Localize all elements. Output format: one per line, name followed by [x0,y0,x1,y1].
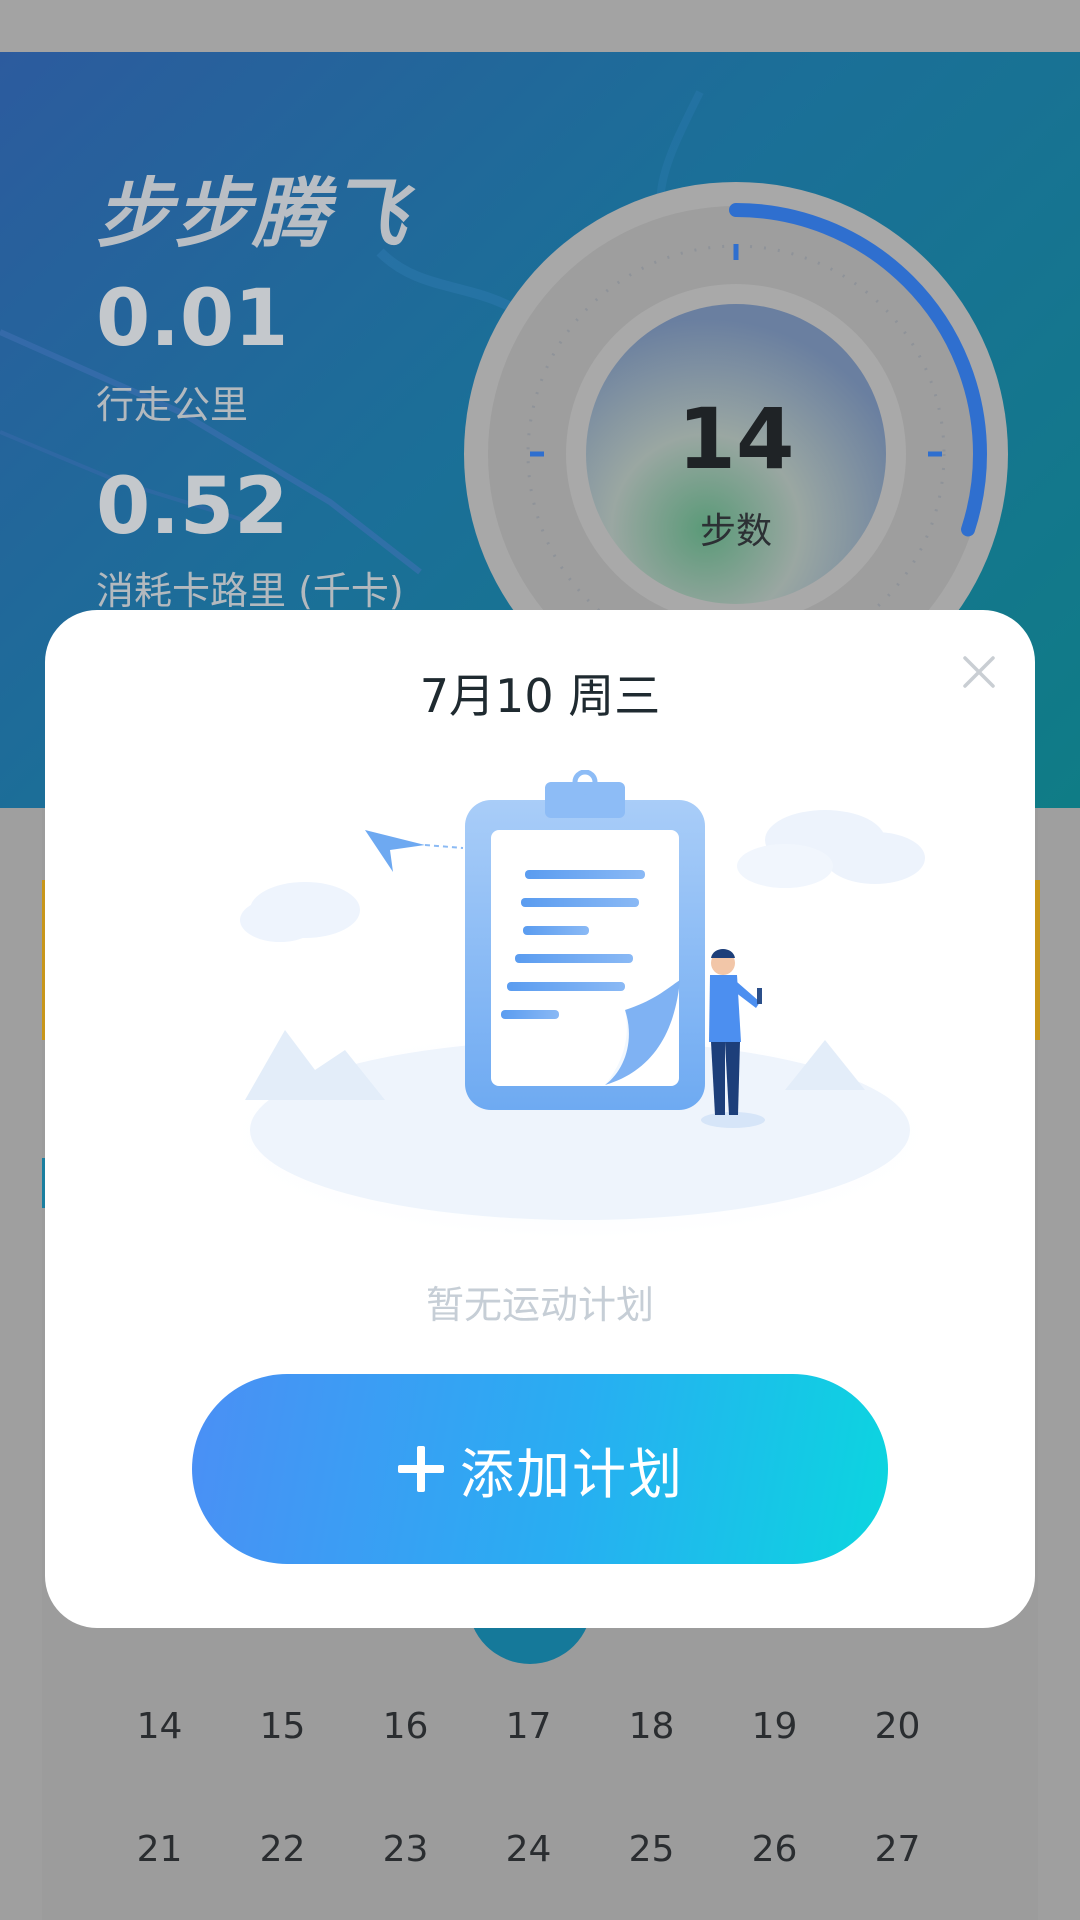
calendar-day[interactable]: 25 [590,1829,713,1870]
distance-label: 行走公里 [96,383,249,427]
calendar-day[interactable]: 17 [467,1706,590,1747]
plus-icon [398,1446,444,1492]
dialog-date-title: 7月10 周三 [419,669,661,723]
calendar-day[interactable]: 23 [344,1829,467,1870]
calendar-day[interactable]: 20 [836,1706,959,1747]
add-plan-button[interactable]: 添加计划 [192,1374,888,1564]
calendar-day[interactable]: 26 [713,1829,836,1870]
app-title: 步步腾飞 [96,169,408,258]
calendar-day[interactable]: 18 [590,1706,713,1747]
calendar-day[interactable]: 24 [467,1829,590,1870]
calendar-day[interactable]: 22 [221,1829,344,1870]
calendar-day[interactable]: 14 [98,1706,221,1747]
calories-value: 0.52 [96,462,289,552]
steps-value: 14 [677,390,795,488]
calendar-day[interactable]: 19 [713,1706,836,1747]
calendar-day[interactable]: 27 [836,1829,959,1870]
add-plan-label: 添加计划 [460,1442,684,1506]
empty-state-text: 暂无运动计划 [425,1283,654,1327]
calendar-day[interactable]: 16 [344,1706,467,1747]
plan-dialog: 7月10 周三 暂无运动计划 添加计划 [45,610,1035,1628]
empty-plan-illustration [230,770,930,1240]
calendar-day[interactable]: 15 [221,1706,344,1747]
calories-label: 消耗卡路里 (千卡) [96,569,404,613]
calendar-week-row: 14 15 16 17 18 19 20 [98,1706,982,1747]
steps-label: 步数 [699,511,772,552]
status-bar [0,0,1080,52]
calendar-day[interactable]: 21 [98,1829,221,1870]
distance-value: 0.01 [96,274,289,364]
calendar-week-row: 21 22 23 24 25 26 27 [98,1829,982,1870]
